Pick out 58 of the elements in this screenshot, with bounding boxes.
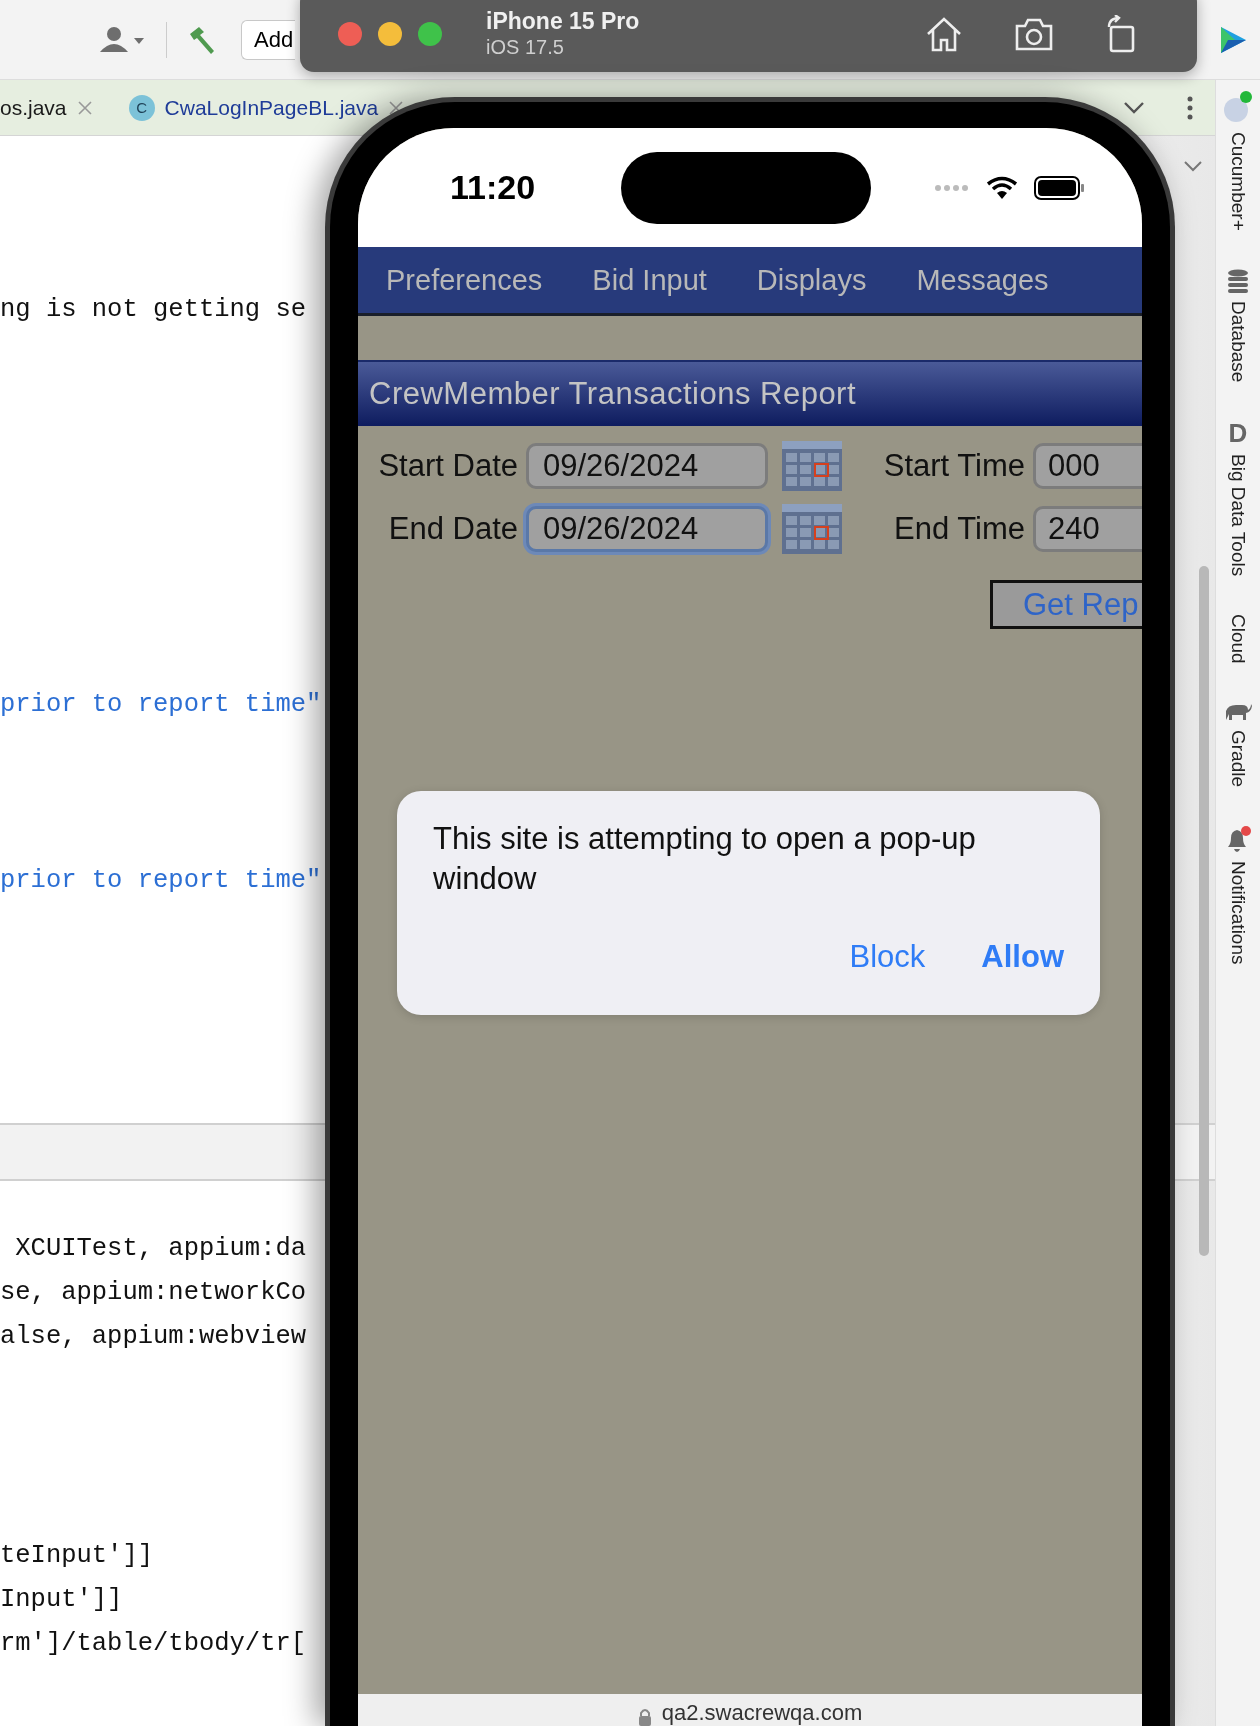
console-line: rm']/table/tbody/tr[ <box>0 1628 307 1660</box>
field-label: Start Time <box>882 448 1025 484</box>
avatar-icon[interactable] <box>1223 90 1253 124</box>
field-label: End Time <box>893 511 1025 547</box>
signal-icon <box>934 183 970 192</box>
dialog-message: This site is attempting to open a pop-up window <box>433 820 977 898</box>
editor-tab[interactable]: os.java <box>0 95 93 120</box>
big-data-icon[interactable]: D <box>1228 420 1248 447</box>
time-field[interactable]: 000 <box>1033 443 1142 489</box>
logo-icon[interactable] <box>1218 24 1248 55</box>
console-line: se, appium:networkCo <box>0 1277 307 1309</box>
field-label: Start Date <box>377 448 518 484</box>
database-icon[interactable] <box>1227 268 1249 293</box>
minimize-window-icon[interactable] <box>378 22 402 46</box>
nav-link[interactable]: Messages <box>916 263 1049 297</box>
code-line: prior to report time" <box>0 865 322 897</box>
zoom-window-icon[interactable] <box>418 22 442 46</box>
rotate-icon[interactable] <box>1105 15 1137 53</box>
url-text: qa2.swacrewqa.com <box>661 1700 863 1726</box>
tab-label: os.java <box>0 95 67 120</box>
time-field[interactable]: 240 <box>1033 506 1142 552</box>
scrollbar[interactable] <box>1199 566 1209 1256</box>
tool-window-label[interactable]: Notifications <box>1227 860 1249 965</box>
status-time: 11:20 <box>450 168 536 207</box>
code-line: ng is not getting se <box>0 294 307 326</box>
tool-window-label[interactable]: Big Data Tools <box>1227 454 1249 577</box>
chevron-down-icon[interactable] <box>1123 100 1145 115</box>
tool-window-label[interactable]: Gradle <box>1227 729 1249 787</box>
battery-icon <box>1034 175 1084 200</box>
close-icon[interactable] <box>388 99 405 116</box>
field-label: End Date <box>387 511 518 547</box>
console-line: teInput']] <box>0 1540 154 1572</box>
chevron-down-icon[interactable] <box>1183 160 1203 172</box>
home-icon[interactable] <box>925 16 963 52</box>
simulator-subtitle: iOS 17.5 <box>486 35 565 60</box>
code-line: prior to report time" <box>0 689 322 721</box>
tool-window-label[interactable]: Cloud <box>1227 614 1249 664</box>
hammer-icon[interactable] <box>187 24 217 55</box>
simulator-title: iPhone 15 Pro <box>486 8 640 34</box>
wifi-icon <box>986 175 1018 200</box>
nav-link[interactable]: Bid Input <box>592 263 707 297</box>
tool-window-label[interactable]: Cucumber+ <box>1227 132 1249 231</box>
class-icon: C <box>128 94 155 121</box>
tab-label: CwaLogInPageBL.java <box>164 95 379 120</box>
user-icon[interactable] <box>100 25 146 54</box>
console-line: alse, appium:webview <box>0 1321 307 1353</box>
report-header: CrewMember Transactions Report <box>358 360 1142 426</box>
nav-link[interactable]: Preferences <box>386 263 543 297</box>
lock-icon <box>637 1708 652 1726</box>
more-icon[interactable] <box>1187 95 1193 120</box>
date-field[interactable]: 09/26/2024 <box>526 443 768 489</box>
tool-window-label[interactable]: Database <box>1227 300 1249 383</box>
add-button[interactable]: Add <box>241 19 296 60</box>
date-field[interactable]: 09/26/2024 <box>526 506 768 552</box>
console-line: XCUITest, appium:da <box>14 1233 307 1265</box>
camera-icon[interactable] <box>1013 16 1055 52</box>
nav-link[interactable]: Displays <box>756 263 867 297</box>
console-line: Input']] <box>0 1584 123 1616</box>
